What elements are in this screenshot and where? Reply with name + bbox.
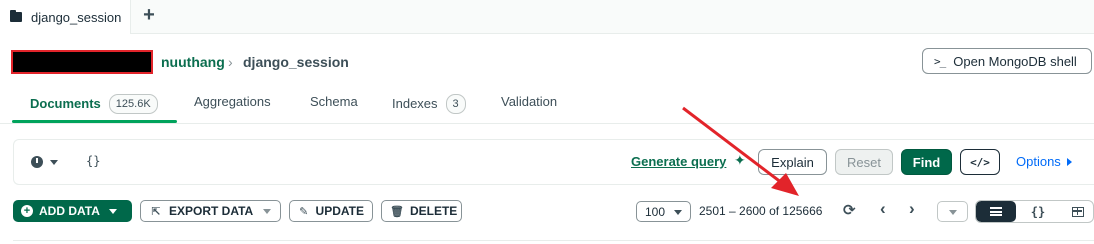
code-icon[interactable]: </> xyxy=(960,149,1000,175)
tab-documents[interactable]: Documents 125.6K xyxy=(30,94,158,114)
tab-documents-label: Documents xyxy=(30,96,101,111)
find-button[interactable]: Find xyxy=(901,149,952,175)
documents-count-badge: 125.6K xyxy=(108,94,158,114)
tab-label: django_session xyxy=(31,9,122,25)
tab-aggregations-label: Aggregations xyxy=(194,94,271,109)
page-size-value: 100 xyxy=(645,204,666,219)
collection-subtabs: Documents 125.6K Aggregations Schema Ind… xyxy=(0,88,1094,124)
plus-circle-icon: + xyxy=(21,205,33,217)
tab-django-session[interactable]: django_session xyxy=(0,0,131,34)
filter-input[interactable]: {} xyxy=(86,154,100,168)
previous-page-chevron-left-icon[interactable]: ‹ xyxy=(880,199,886,219)
pagination-range: 2501 – 2600 of 125666 xyxy=(699,204,823,218)
breadcrumb-database[interactable]: nuuthang xyxy=(161,53,225,71)
open-mongodb-shell-button[interactable]: >_ Open MongoDB shell xyxy=(922,48,1092,74)
delete-button[interactable]: 🗑 DELETE xyxy=(381,200,462,222)
list-view-button[interactable] xyxy=(976,201,1016,222)
trash-icon: 🗑 xyxy=(390,205,404,218)
delete-label: DELETE xyxy=(409,204,458,218)
options-label: Options xyxy=(1016,154,1061,169)
sparkle-icon: ✦ xyxy=(734,152,746,168)
tab-strip: django_session + xyxy=(0,0,1094,34)
export-icon: ⇱ xyxy=(151,205,161,218)
chevron-down-icon xyxy=(108,208,117,214)
compass-collection-view: django_session + nuuthang › django_sessi… xyxy=(0,0,1094,244)
tab-indexes[interactable]: Indexes 3 xyxy=(392,94,466,114)
chevron-down-icon xyxy=(674,210,682,215)
view-toggle: {} xyxy=(975,200,1094,223)
caret-right-icon xyxy=(1066,157,1072,166)
generate-query-link[interactable]: Generate query xyxy=(631,154,726,169)
tab-indexes-label: Indexes xyxy=(392,96,438,111)
update-button[interactable]: ✎ UPDATE xyxy=(289,200,373,222)
chevron-down-icon xyxy=(263,208,272,214)
query-bar: {} Generate query ✦ Explain Reset Find <… xyxy=(13,139,1094,185)
update-label: UPDATE xyxy=(315,204,364,218)
export-data-button[interactable]: ⇱ EXPORT DATA xyxy=(140,200,281,222)
breadcrumb-chevron-icon: › xyxy=(228,54,233,70)
tab-validation[interactable]: Validation xyxy=(501,94,557,110)
export-data-label: EXPORT DATA xyxy=(169,204,254,218)
json-view-button[interactable]: {} xyxy=(1018,201,1058,222)
options-toggle[interactable]: Options xyxy=(1016,154,1072,169)
active-tab-underline xyxy=(12,120,177,123)
refresh-icon[interactable]: ⟳ xyxy=(843,201,856,219)
page-size-select[interactable]: 100 xyxy=(636,201,691,222)
table-grid-icon xyxy=(1072,206,1084,217)
query-history-clock-icon[interactable] xyxy=(31,156,43,168)
history-chevron-down-icon[interactable] xyxy=(50,160,58,165)
table-view-button[interactable] xyxy=(1058,201,1093,222)
tab-schema-label: Schema xyxy=(310,94,358,109)
json-braces-icon: {} xyxy=(1030,204,1046,219)
add-data-button[interactable]: + ADD DATA xyxy=(13,200,132,222)
chevron-down-icon xyxy=(949,210,957,215)
shell-button-label: Open MongoDB shell xyxy=(953,53,1077,69)
tab-aggregations[interactable]: Aggregations xyxy=(194,94,271,110)
next-page-chevron-right-icon[interactable]: › xyxy=(909,199,915,219)
more-options-dropdown[interactable] xyxy=(937,201,968,222)
tab-schema[interactable]: Schema xyxy=(310,94,358,110)
pencil-icon: ✎ xyxy=(299,205,309,218)
breadcrumb-collection: django_session xyxy=(243,54,349,70)
indexes-count-badge: 3 xyxy=(445,94,466,114)
list-icon xyxy=(990,207,1002,216)
terminal-icon: >_ xyxy=(934,54,946,68)
add-data-label: ADD DATA xyxy=(39,204,100,218)
new-tab-plus-icon[interactable]: + xyxy=(139,5,159,25)
folder-icon xyxy=(10,10,22,22)
explain-button[interactable]: Explain xyxy=(758,149,827,175)
redacted-connection-name xyxy=(11,50,153,74)
tab-validation-label: Validation xyxy=(501,94,558,109)
results-area-top-border xyxy=(13,240,1094,241)
reset-button[interactable]: Reset xyxy=(835,149,893,175)
